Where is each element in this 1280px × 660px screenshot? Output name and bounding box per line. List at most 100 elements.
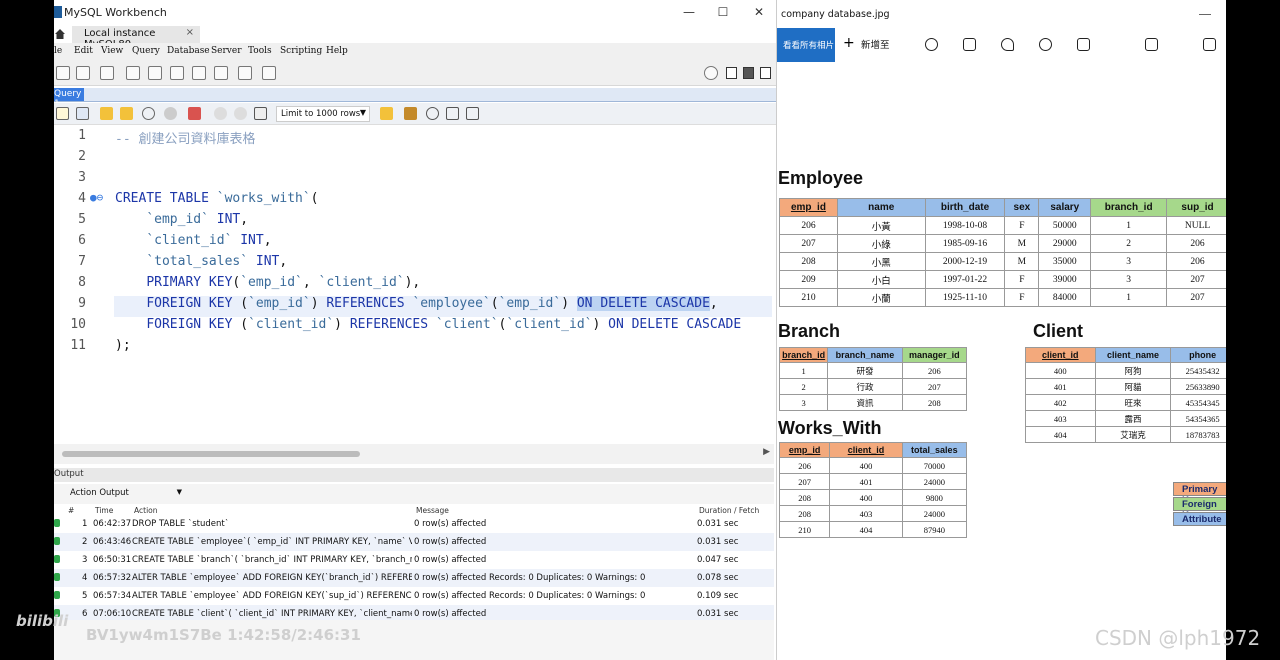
output-table: # Time Action Message Duration / Fetch 1…: [54, 504, 774, 624]
search-icon[interactable]: [426, 107, 439, 120]
rollback-icon[interactable]: [234, 107, 247, 120]
add-to-button[interactable]: 新增至: [861, 37, 890, 51]
query-tab-bar: Query 1: [54, 88, 776, 109]
beautify-icon[interactable]: [380, 107, 393, 120]
limit-rows-select[interactable]: Limit to 1000 rows ▼: [276, 106, 370, 122]
explain-icon[interactable]: [142, 107, 155, 120]
table-header: total_sales: [901, 442, 968, 458]
table-row[interactable]: 4 06:57:32 ALTER TABLE `employee` ADD FO…: [54, 569, 774, 587]
line-number: 2: [78, 149, 86, 164]
toggle-error-icon[interactable]: [188, 107, 201, 120]
reconnect-icon[interactable]: [262, 66, 276, 80]
line-number: 6: [78, 233, 86, 248]
menu-server[interactable]: Server: [211, 46, 242, 56]
table-row: 207 401 24000: [778, 473, 968, 490]
favorite-icon[interactable]: [1001, 38, 1014, 51]
table-header: name: [836, 198, 926, 217]
action-output-select[interactable]: Action Output ▼: [66, 487, 182, 501]
table-header: phone: [1170, 347, 1226, 363]
stop-icon[interactable]: [164, 107, 177, 120]
editor-horizontal-scrollbar[interactable]: ▶: [54, 444, 774, 464]
minimize-button[interactable]: —: [674, 2, 704, 22]
minimize-button[interactable]: [1199, 14, 1211, 28]
open-sql-icon[interactable]: [76, 66, 90, 80]
connection-tab[interactable]: Local instance MySQL80 ×: [72, 26, 200, 50]
table-header: client_name: [1094, 347, 1172, 363]
home-icon[interactable]: [54, 28, 66, 40]
edit-icon[interactable]: [1145, 38, 1158, 51]
open-file-icon[interactable]: [56, 107, 69, 120]
scrollbar-thumb[interactable]: [62, 451, 360, 457]
menu-scripting[interactable]: Scripting: [280, 46, 322, 56]
menu-help[interactable]: Help: [326, 46, 348, 56]
create-procedure-icon[interactable]: [192, 66, 206, 80]
table-row[interactable]: 2 06:43:46 CREATE TABLE `employee`( `emp…: [54, 533, 774, 551]
zoom-icon[interactable]: [925, 38, 938, 51]
inspector-icon[interactable]: [100, 66, 114, 80]
menu-file[interactable]: le: [54, 46, 62, 56]
create-view-icon[interactable]: [170, 66, 184, 80]
maximize-button[interactable]: ☐: [708, 2, 738, 22]
code-line: `total_sales` INT,: [146, 254, 288, 269]
table-row[interactable]: 5 06:57:34 ALTER TABLE `employee` ADD FO…: [54, 587, 774, 605]
see-all-photos-button[interactable]: 看看所有相片: [777, 28, 835, 62]
table-header: client_id: [1025, 347, 1096, 363]
find-icon[interactable]: [404, 107, 417, 120]
success-icon: [54, 573, 60, 581]
commit-icon[interactable]: [214, 107, 227, 120]
create-table-icon[interactable]: [148, 66, 162, 80]
title-bar: MySQL Workbench — ☐ ✕: [54, 0, 776, 26]
workbench-app-icon: [54, 6, 62, 18]
table-header: manager_id: [901, 347, 968, 363]
success-icon: [54, 555, 60, 563]
menu-edit[interactable]: Edit: [74, 46, 93, 56]
settings-icon[interactable]: [704, 66, 718, 80]
row-time: 06:43:46: [93, 537, 132, 547]
menu-query[interactable]: Query: [132, 46, 160, 56]
tab-query-1[interactable]: Query 1: [54, 88, 84, 109]
autocommit-icon[interactable]: [254, 107, 267, 120]
row-time: 06:50:31: [93, 555, 132, 565]
save-icon[interactable]: [76, 107, 89, 120]
code-line-selected: FOREIGN KEY (`emp_id`) REFERENCES `emplo…: [146, 296, 718, 311]
execute-icon[interactable]: [100, 107, 113, 120]
share-icon[interactable]: [1203, 38, 1216, 51]
layout-output-icon[interactable]: [743, 67, 754, 79]
table-row: 403 露西 54354365: [1025, 410, 1226, 427]
layout-sidebar-icon[interactable]: [726, 67, 737, 79]
close-tab-icon[interactable]: ×: [186, 27, 194, 38]
table-row[interactable]: 1 06:42:37 DROP TABLE `student` 0 row(s)…: [54, 515, 774, 533]
row-action: CREATE TABLE `branch`( `branch_id` INT P…: [132, 555, 412, 565]
limit-rows-value: Limit to 1000 rows: [281, 109, 361, 119]
rotate-icon[interactable]: [1039, 38, 1052, 51]
output-toolbar: Action Output ▼: [54, 484, 774, 504]
plus-icon[interactable]: +: [843, 35, 855, 51]
create-function-icon[interactable]: [214, 66, 228, 80]
table-row: 400 阿狗 25435432: [1025, 362, 1226, 379]
new-sql-tab-icon[interactable]: [56, 66, 70, 80]
sql-editor[interactable]: 1 -- 創建公司資料庫表格 2 3 4 ●⊖ CREATE TABLE `wo…: [54, 126, 774, 444]
row-message: 0 row(s) affected: [414, 555, 487, 565]
scroll-right-icon[interactable]: ▶: [763, 447, 770, 457]
photos-window: company database.jpg 看看所有相片 + 新增至 Employ…: [776, 0, 1226, 660]
create-schema-icon[interactable]: [126, 66, 140, 80]
table-row: 210 404 87940: [778, 521, 968, 538]
menu-tools[interactable]: Tools: [248, 46, 272, 56]
menu-view[interactable]: View: [101, 46, 123, 56]
row-message: 0 row(s) affected Records: 0 Duplicates:…: [414, 591, 646, 601]
table-row[interactable]: 3 06:50:31 CREATE TABLE `branch`( `branc…: [54, 551, 774, 569]
menu-bar: le Edit View Query Database Server Tools…: [54, 43, 776, 61]
menu-database[interactable]: Database: [167, 46, 210, 56]
layout-secondary-icon[interactable]: [760, 67, 771, 79]
execute-current-icon[interactable]: [120, 107, 133, 120]
delete-icon[interactable]: [963, 38, 976, 51]
employee-table: emp_id name birth_date sex salary branch…: [779, 198, 1226, 307]
line-number: 3: [78, 170, 86, 185]
close-button[interactable]: ✕: [744, 2, 774, 22]
wrap-lines-icon[interactable]: [466, 107, 479, 120]
crop-icon[interactable]: [1077, 38, 1090, 51]
invisible-chars-icon[interactable]: [446, 107, 459, 120]
search-table-icon[interactable]: [238, 66, 252, 80]
table-row: 208 400 9800: [778, 489, 968, 506]
row-action: ALTER TABLE `employee` ADD FOREIGN KEY(`…: [132, 573, 412, 583]
